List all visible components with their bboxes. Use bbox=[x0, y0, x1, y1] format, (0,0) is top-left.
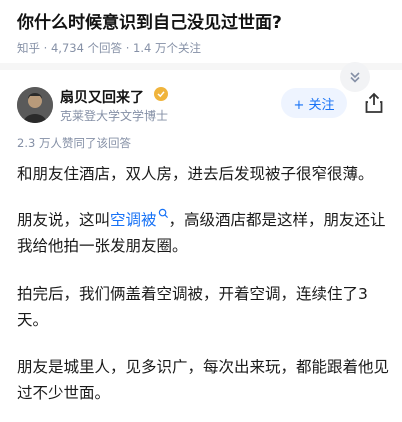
author-name[interactable]: 扇贝又回来了 bbox=[60, 87, 144, 107]
meta-separator: · bbox=[125, 41, 134, 55]
question-title[interactable]: 你什么时候意识到自己没见过世面? bbox=[17, 8, 282, 33]
answer-count: 4,734 个回答 bbox=[50, 41, 123, 55]
avatar-image-icon bbox=[17, 87, 53, 123]
share-icon[interactable] bbox=[364, 92, 384, 114]
source-label: 知乎 bbox=[17, 41, 40, 55]
chevron-double-down-icon bbox=[350, 72, 360, 83]
avatar[interactable] bbox=[17, 87, 53, 123]
answer-paragraph-4: 朋友是城里人，见多识广，每次出来玩，都能跟着他见过不少世面。 bbox=[17, 358, 390, 402]
paragraph-text: 朋友说，这叫 bbox=[17, 211, 111, 229]
author-bio: 克莱登大学文学博士 bbox=[60, 109, 169, 123]
collapse-button[interactable] bbox=[340, 62, 370, 92]
answer-paragraph-3: 拍完后，我们俩盖着空调被，开着空调，连续住了3天。 bbox=[17, 285, 368, 329]
answer-paragraph-2: 朋友说，这叫空调被 ，高级酒店都是这样，朋友还让我给他拍一张发朋友圈。 bbox=[17, 207, 389, 259]
question-meta: 知乎 · 4,734 个回答 · 1.4 万个关注 bbox=[17, 40, 201, 56]
term-link[interactable]: 空调被 bbox=[110, 211, 157, 229]
answer-paragraph-1: 和朋友住酒店，双人房，进去后发现被子很窄很薄。 bbox=[17, 165, 374, 183]
badge-icon bbox=[154, 87, 168, 101]
follow-button[interactable]: + 关注 bbox=[281, 88, 347, 118]
upvote-meta: 2.3 万人赞同了该回答 bbox=[17, 136, 131, 150]
follower-count: 1.4 万个关注 bbox=[133, 41, 201, 55]
meta-separator: · bbox=[43, 41, 51, 55]
search-icon[interactable] bbox=[158, 208, 169, 219]
